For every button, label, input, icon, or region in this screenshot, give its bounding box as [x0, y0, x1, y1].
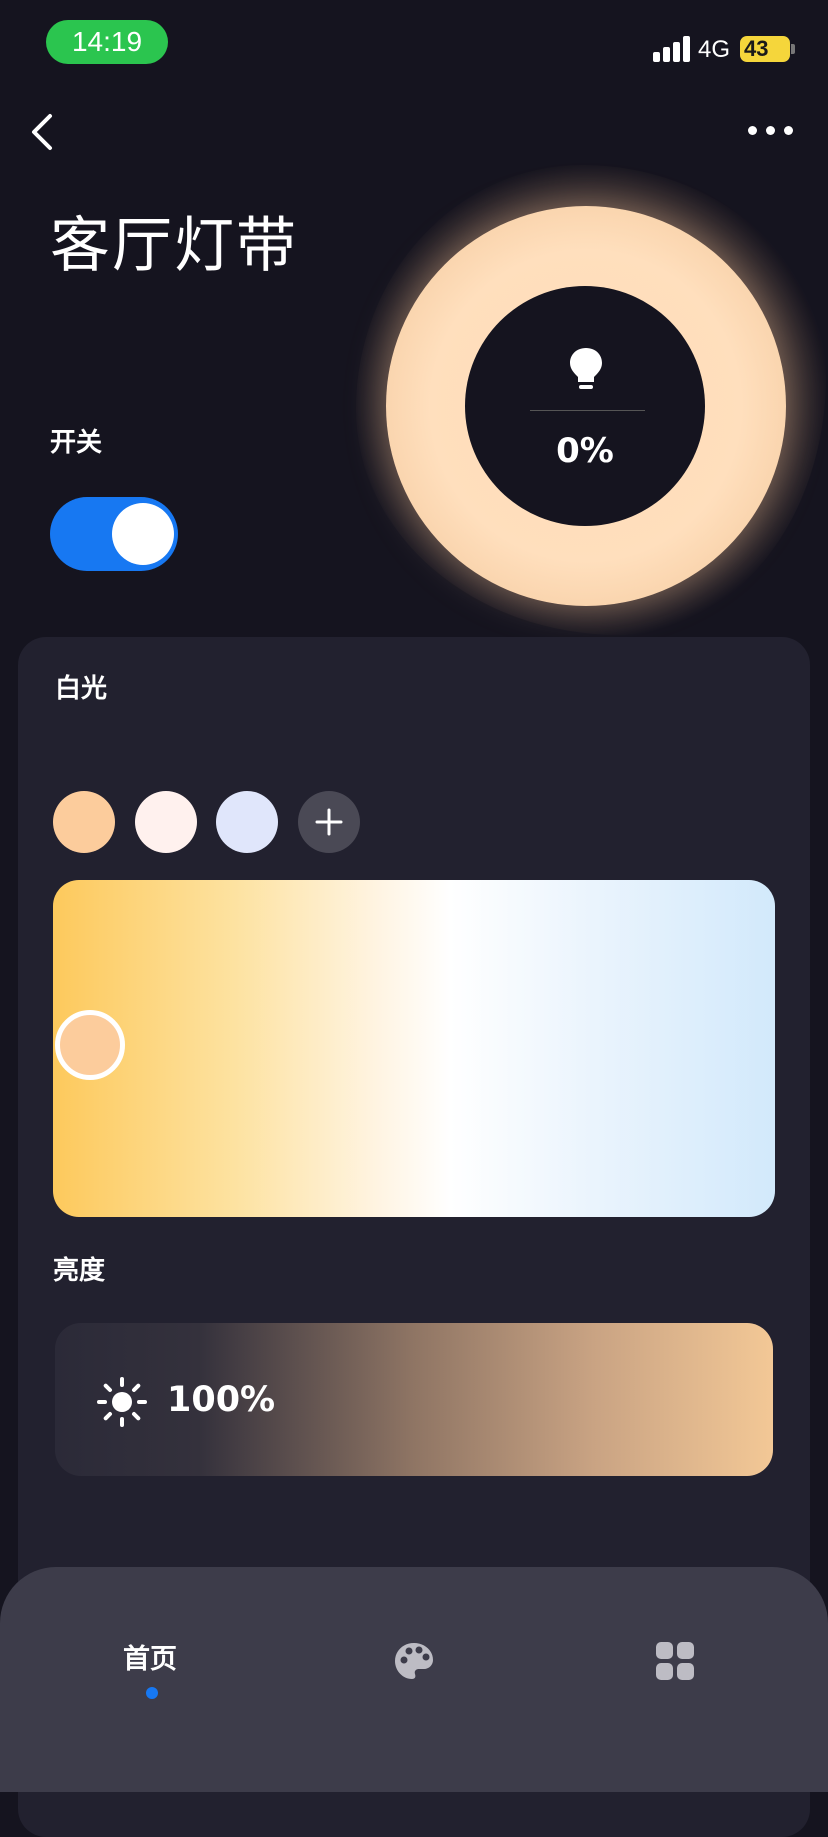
lamp-ring[interactable]: 0% [386, 206, 786, 606]
chevron-left-icon [32, 114, 52, 150]
bulb-icon [570, 348, 602, 389]
tab-home[interactable]: 首页 [105, 1640, 195, 1680]
picker-knob[interactable] [55, 1010, 125, 1080]
more-options-button[interactable] [740, 118, 800, 142]
plus-icon [315, 808, 343, 836]
battery-level: 43 [744, 36, 769, 61]
grid-icon [656, 1642, 694, 1680]
preset-swatch-warm[interactable] [53, 791, 115, 853]
switch-label: 开关 [50, 428, 103, 458]
signal-icon [653, 36, 691, 62]
brightness-slider[interactable]: 100% [55, 1323, 773, 1476]
preset-swatch-cool[interactable] [216, 791, 278, 853]
brightness-value: 100% [167, 1380, 276, 1420]
color-temperature-picker[interactable] [53, 880, 775, 1217]
tab-grid[interactable] [654, 1640, 696, 1682]
lamp-center: 0% [465, 286, 705, 526]
active-tab-indicator [146, 1687, 158, 1699]
ring-divider [530, 410, 645, 411]
sun-icon [97, 1377, 147, 1427]
brightness-label: 亮度 [53, 1256, 106, 1286]
back-button[interactable] [22, 108, 66, 156]
tab-palette[interactable] [392, 1640, 436, 1684]
toggle-knob [112, 503, 174, 565]
palette-icon [395, 1643, 433, 1679]
add-preset-button[interactable] [298, 791, 360, 853]
preset-swatch-neutral[interactable] [135, 791, 197, 853]
status-time: 14:19 [46, 20, 168, 64]
lamp-brightness-value: 0% [556, 431, 614, 471]
battery-tip [791, 44, 795, 54]
power-toggle[interactable] [50, 497, 178, 571]
battery-icon: 43 [740, 36, 790, 62]
network-type: 4G [698, 36, 731, 63]
page-title: 客厅灯带 [50, 211, 298, 281]
white-light-label: 白光 [55, 674, 108, 704]
